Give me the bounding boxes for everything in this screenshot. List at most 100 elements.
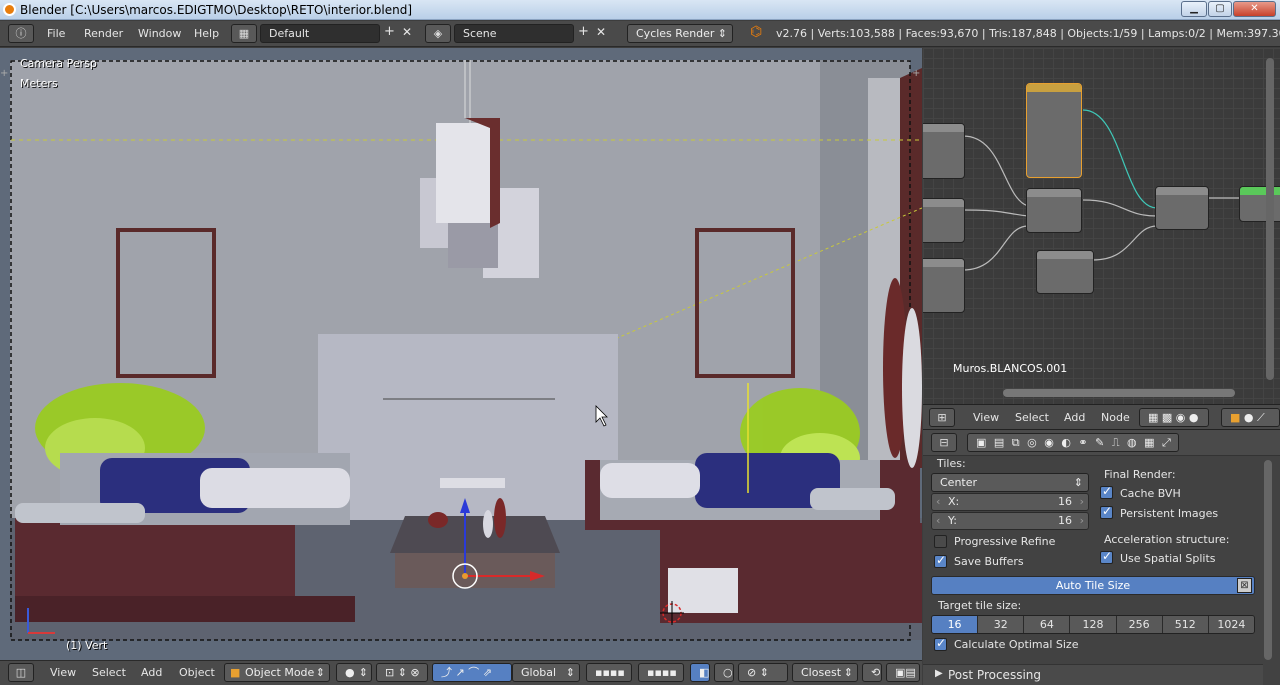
add-layout-icon[interactable]: + bbox=[384, 24, 395, 39]
menu-select[interactable]: Select bbox=[92, 666, 126, 679]
3d-view-header: ◫ View Select Add Object ■ Object Mode ⇕ … bbox=[0, 660, 922, 685]
node-menu-select[interactable]: Select bbox=[1015, 411, 1049, 424]
tile-size-512[interactable]: 512 bbox=[1162, 616, 1209, 633]
tile-x-field[interactable]: ‹ X: 16 › bbox=[931, 493, 1089, 511]
tile-size-16[interactable]: 16 bbox=[932, 616, 979, 633]
blender-version-icon: ⌬ bbox=[750, 24, 763, 40]
panel-collapse-icon: ▶ bbox=[935, 668, 943, 679]
properties-toggle-icon[interactable]: + bbox=[912, 68, 920, 79]
persistent-images-label: Persistent Images bbox=[1120, 507, 1219, 520]
node-mix-shader-2[interactable] bbox=[1155, 186, 1209, 230]
node-glossy-bsdf[interactable] bbox=[923, 198, 965, 243]
node-light-path[interactable] bbox=[1026, 83, 1082, 178]
node-editor-header: ⊞ View Select Add Node ▦ ▩ ◉ ● ■ ● ⟋ bbox=[923, 404, 1280, 430]
menu-help[interactable]: Help bbox=[194, 27, 219, 40]
node-editor-type-icon[interactable]: ⊞ bbox=[929, 408, 955, 427]
material-name-label: Muros.BLANCOS.001 bbox=[953, 362, 1068, 375]
node-tree-type-icons[interactable]: ▦ ▩ ◉ ● bbox=[1139, 408, 1209, 427]
remove-addon-icon[interactable]: ⊠ bbox=[1237, 578, 1252, 593]
info-editor-type-icon[interactable]: ⓘ bbox=[8, 24, 34, 43]
save-buffers-checkbox[interactable] bbox=[934, 553, 947, 568]
scene-icon[interactable]: ◈ bbox=[425, 24, 451, 43]
cache-bvh-checkbox[interactable] bbox=[1100, 484, 1113, 499]
properties-tabs: ⊟ ▣ ▤ ⧉ ◎ ◉ ◐ ⚭ ✎ ⎍ ◍ ▦ ⤢ bbox=[923, 430, 1280, 456]
menu-file[interactable]: File bbox=[47, 27, 65, 40]
properties-editor-type-icon[interactable]: ⊟ bbox=[931, 433, 957, 452]
snap-target-select[interactable]: Closest ⇕ bbox=[792, 663, 858, 682]
menu-add[interactable]: Add bbox=[141, 666, 162, 679]
interaction-mode-select[interactable]: ■ Object Mode ⇕ bbox=[224, 663, 330, 682]
tile-order-select[interactable]: Center ⇕ bbox=[931, 473, 1089, 492]
properties-scrollbar[interactable] bbox=[1264, 460, 1272, 660]
units-label: Meters bbox=[20, 77, 58, 90]
node-diffuse-bsdf[interactable] bbox=[1036, 250, 1094, 294]
shader-type-icons[interactable]: ■ ● ⟋ bbox=[1221, 408, 1280, 427]
pivot-point-select[interactable]: ⊡ ⇕ ⊗ bbox=[376, 663, 428, 682]
tiles-label: Tiles: bbox=[937, 457, 966, 470]
selection-info-label: (1) Vert bbox=[66, 639, 108, 652]
target-tile-size-selector: 16 32 64 128 256 512 1024 bbox=[931, 615, 1255, 634]
window-title: Blender [C:\Users\marcos.EDIGTMO\Desktop… bbox=[20, 3, 413, 17]
use-spatial-splits-label: Use Spatial Splits bbox=[1120, 552, 1216, 565]
screen-layout-field[interactable]: Default bbox=[260, 24, 380, 43]
snap-toggle-icon[interactable]: ⊘ ⇕ bbox=[738, 663, 788, 682]
progressive-refine-checkbox[interactable] bbox=[934, 535, 947, 548]
tile-size-64[interactable]: 64 bbox=[1024, 616, 1071, 633]
menu-window[interactable]: Window bbox=[138, 27, 181, 40]
menu-view[interactable]: View bbox=[50, 666, 76, 679]
remove-scene-icon[interactable]: ✕ bbox=[596, 25, 606, 39]
tile-size-1024[interactable]: 1024 bbox=[1208, 616, 1254, 633]
tile-y-field[interactable]: ‹ Y: 16 › bbox=[931, 512, 1089, 530]
snap-align-icon[interactable]: ⟲ bbox=[862, 663, 882, 682]
manipulator-toggle[interactable]: ⤴ ↗ ⌒ ⇗ bbox=[432, 663, 512, 682]
menu-object[interactable]: Object bbox=[179, 666, 215, 679]
node-menu-node[interactable]: Node bbox=[1101, 411, 1130, 424]
use-spatial-splits-checkbox[interactable] bbox=[1100, 549, 1113, 564]
render-preview-icon[interactable]: ▣▤ bbox=[886, 663, 920, 682]
node-editor[interactable]: Muros.BLANCOS.001 bbox=[923, 48, 1280, 404]
layers-grid-2[interactable]: ▪▪▪▪ bbox=[638, 663, 684, 682]
persistent-images-checkbox[interactable] bbox=[1100, 504, 1113, 519]
node-menu-add[interactable]: Add bbox=[1064, 411, 1085, 424]
scene-field[interactable]: Scene bbox=[454, 24, 574, 43]
remove-layout-icon[interactable]: ✕ bbox=[402, 25, 412, 39]
layers-grid[interactable]: ▪▪▪▪ bbox=[586, 663, 632, 682]
proportional-edit-icon[interactable]: ○ bbox=[714, 663, 734, 682]
auto-tile-size-button[interactable]: Auto Tile Size bbox=[931, 576, 1255, 595]
menu-render[interactable]: Render bbox=[84, 27, 123, 40]
minimize-button[interactable]: ▁ bbox=[1181, 1, 1207, 17]
target-tile-size-label: Target tile size: bbox=[938, 599, 1022, 612]
node-editor-horizontal-scrollbar[interactable] bbox=[1003, 389, 1235, 397]
node-mix-shader[interactable] bbox=[1026, 188, 1082, 233]
calculate-optimal-size-label: Calculate Optimal Size bbox=[954, 638, 1079, 651]
node-editor-vertical-scrollbar[interactable] bbox=[1266, 58, 1274, 380]
properties-context-tabs[interactable]: ▣ ▤ ⧉ ◎ ◉ ◐ ⚭ ✎ ⎍ ◍ ▦ ⤢ bbox=[967, 433, 1179, 452]
cache-bvh-label: Cache BVH bbox=[1120, 487, 1181, 500]
properties-editor: ⊟ ▣ ▤ ⧉ ◎ ◉ ◐ ⚭ ✎ ⎍ ◍ ▦ ⤢ Tiles: Center ⇕… bbox=[923, 430, 1280, 685]
lock-camera-icon[interactable]: ◧ bbox=[690, 663, 710, 682]
tile-size-256[interactable]: 256 bbox=[1116, 616, 1163, 633]
scene-render bbox=[10, 60, 922, 641]
editor-type-icon[interactable]: ◫ bbox=[8, 663, 34, 682]
screen-layout-icon[interactable]: ▦ bbox=[231, 24, 257, 43]
toolshelf-toggle-icon[interactable]: + bbox=[0, 68, 8, 79]
transform-orientation-select[interactable]: Global ⇕ bbox=[512, 663, 580, 682]
close-button[interactable]: ✕ bbox=[1233, 1, 1276, 17]
maximize-button[interactable]: ▢ bbox=[1208, 1, 1232, 17]
calculate-optimal-size-checkbox[interactable] bbox=[934, 636, 947, 651]
render-engine-select[interactable]: Cycles Render ⇕ bbox=[627, 24, 733, 43]
tile-size-32[interactable]: 32 bbox=[978, 616, 1025, 633]
tile-size-128[interactable]: 128 bbox=[1070, 616, 1117, 633]
object-mode-icon: ■ bbox=[230, 666, 241, 679]
node-value[interactable] bbox=[923, 123, 965, 179]
post-processing-panel-header[interactable]: ▶ Post Processing bbox=[923, 664, 1263, 685]
viewport-shading-select[interactable]: ● ⇕ bbox=[336, 663, 372, 682]
scene-statistics: v2.76 | Verts:103,588 | Faces:93,670 | T… bbox=[776, 27, 1280, 40]
node-glossy-bsdf-2[interactable] bbox=[923, 258, 965, 313]
3d-viewport[interactable]: Camera Persp Meters (1) Vert + + bbox=[0, 48, 922, 660]
node-links bbox=[962, 109, 1241, 271]
info-header: ⓘ File Render Window Help ▦ Default + ✕ … bbox=[0, 21, 1280, 47]
add-scene-icon[interactable]: + bbox=[578, 24, 589, 39]
node-menu-view[interactable]: View bbox=[973, 411, 999, 424]
acceleration-structure-label: Acceleration structure: bbox=[1104, 533, 1230, 546]
